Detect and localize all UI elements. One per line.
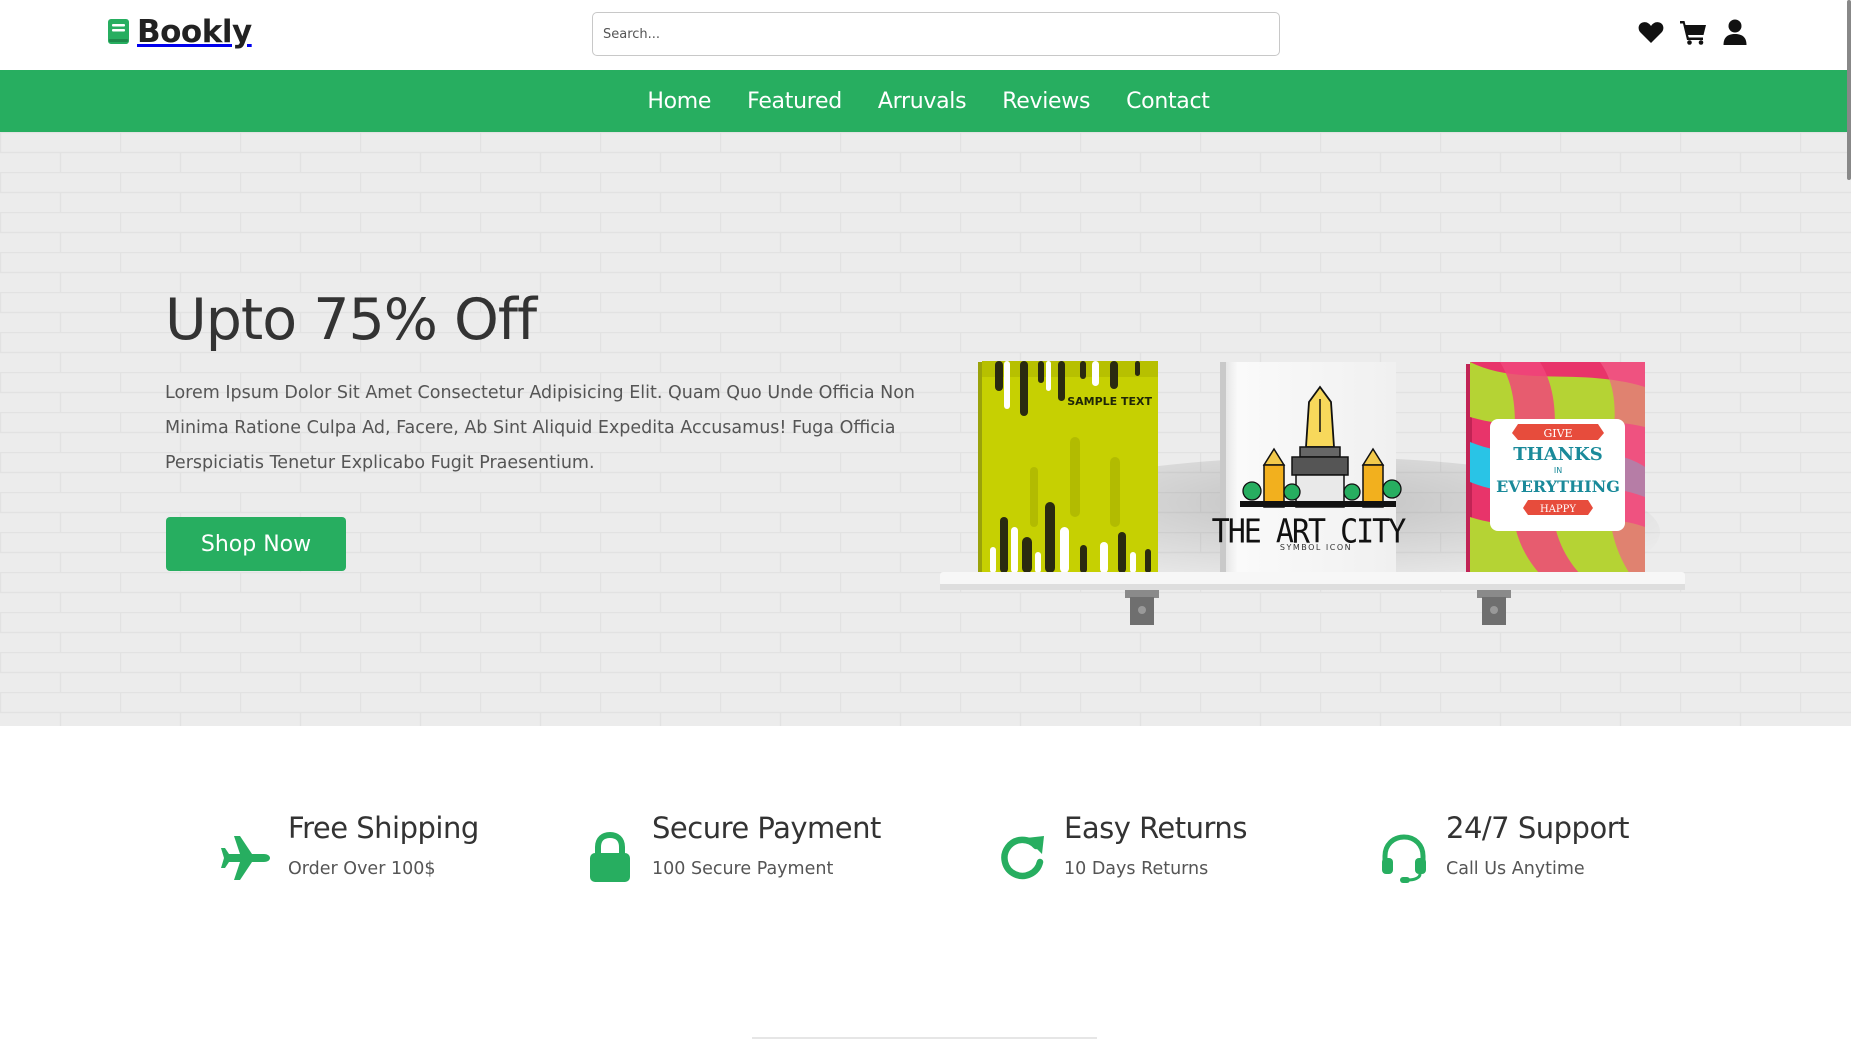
book3-line4: EVERYTHING <box>1496 477 1620 496</box>
nav-arrivals[interactable]: Arruvals <box>878 89 967 114</box>
header: Bookly <box>0 0 1851 58</box>
redo-icon <box>994 830 1050 886</box>
hero-title: Upto 75% Off <box>165 287 537 353</box>
book-cover-sample: SAMPLE TEXT <box>978 361 1158 573</box>
hero-section: Upto 75% Off Lorem Ipsum Dolor Sit Amet … <box>0 132 1851 726</box>
book3-line2: THANKS <box>1513 444 1602 465</box>
logo-text: Bookly <box>137 14 252 50</box>
book2-subtitle: SYMBOL ICON <box>1280 543 1352 552</box>
nav-reviews[interactable]: Reviews <box>1002 89 1090 114</box>
feature-secure-payment: Secure Payment 100 Secure Payment <box>582 800 881 886</box>
shelf-bracket-right <box>1477 590 1511 625</box>
lock-icon <box>582 830 638 886</box>
book-cover-give-thanks: GIVE THANKS IN EVERYTHING HAPPY <box>1466 362 1645 574</box>
section-divider <box>752 1037 1097 1039</box>
feature-subtitle: 10 Days Returns <box>1064 859 1209 879</box>
header-icons <box>1637 18 1749 46</box>
feature-subtitle: 100 Secure Payment <box>652 859 834 879</box>
book1-title: SAMPLE TEXT <box>1067 395 1152 408</box>
headset-icon <box>1376 830 1432 886</box>
feature-title: Easy Returns <box>1064 811 1247 845</box>
features-section: Free Shipping Order Over 100$ Secure Pay… <box>0 800 1851 900</box>
shop-now-button[interactable]: Shop Now <box>166 517 346 571</box>
feature-easy-returns: Easy Returns 10 Days Returns <box>994 800 1247 886</box>
book3-line3: IN <box>1554 466 1562 475</box>
book-icon <box>108 19 129 44</box>
search-input[interactable] <box>592 12 1280 56</box>
feature-title: Secure Payment <box>652 811 881 845</box>
bookly-page: Bookly Home Featured Arruvals Reviews Co… <box>0 0 1851 1046</box>
heart-icon[interactable] <box>1637 18 1665 46</box>
plane-icon <box>218 830 274 886</box>
nav-featured[interactable]: Featured <box>747 89 842 114</box>
feature-subtitle: Call Us Anytime <box>1446 859 1585 879</box>
book3-line5: HAPPY <box>1540 504 1576 515</box>
logo-link[interactable]: Bookly <box>107 14 252 50</box>
main-nav: Home Featured Arruvals Reviews Contact <box>0 70 1851 132</box>
shopping-cart-icon[interactable] <box>1679 18 1707 46</box>
feature-title: 24/7 Support <box>1446 811 1629 845</box>
nav-home[interactable]: Home <box>647 89 711 114</box>
nav-contact[interactable]: Contact <box>1126 89 1210 114</box>
feature-subtitle: Order Over 100$ <box>288 859 436 879</box>
feature-free-shipping: Free Shipping Order Over 100$ <box>218 800 479 886</box>
book-cover-art-city: THE ART CITY SYMBOL ICON <box>1212 362 1408 574</box>
shelf-bracket-left <box>1125 590 1159 625</box>
feature-support: 24/7 Support Call Us Anytime <box>1376 800 1629 886</box>
books-on-shelf-image: SAMPLE TEXT THE ART CITY SYMBOL ICON GIV… <box>940 361 1685 625</box>
hero-description: Lorem Ipsum Dolor Sit Amet Consectetur A… <box>165 383 916 473</box>
feature-title: Free Shipping <box>288 811 479 845</box>
page-scrollbar[interactable] <box>1847 0 1851 180</box>
book3-line1: GIVE <box>1543 427 1572 440</box>
user-icon[interactable] <box>1721 18 1749 46</box>
